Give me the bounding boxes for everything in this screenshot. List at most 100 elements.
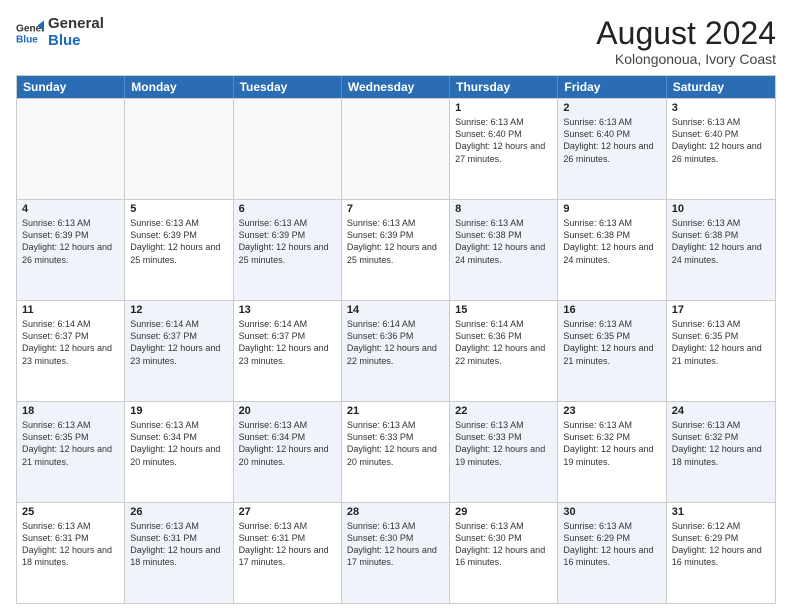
logo-general: General: [48, 16, 104, 33]
cell-daylight-info: Sunrise: 6:14 AM Sunset: 6:37 PM Dayligh…: [130, 318, 227, 367]
day-number: 31: [672, 506, 770, 518]
cell-daylight-info: Sunrise: 6:13 AM Sunset: 6:35 PM Dayligh…: [672, 318, 770, 367]
month-year: August 2024: [596, 16, 776, 51]
cell-daylight-info: Sunrise: 6:13 AM Sunset: 6:40 PM Dayligh…: [455, 116, 552, 165]
calendar-cell-18: 18 Sunrise: 6:13 AM Sunset: 6:35 PM Dayli…: [17, 402, 125, 502]
calendar-cell-26: 26 Sunrise: 6:13 AM Sunset: 6:31 PM Dayli…: [125, 503, 233, 603]
logo: General Blue General Blue: [16, 16, 104, 49]
cell-daylight-info: Sunrise: 6:13 AM Sunset: 6:30 PM Dayligh…: [347, 520, 444, 569]
calendar-cell-3: 3Sunrise: 6:13 AM Sunset: 6:40 PM Daylig…: [667, 99, 775, 199]
calendar-cell-24: 24 Sunrise: 6:13 AM Sunset: 6:32 PM Dayli…: [667, 402, 775, 502]
header-day-monday: Monday: [125, 76, 233, 98]
cell-daylight-info: Sunrise: 6:13 AM Sunset: 6:35 PM Dayligh…: [22, 419, 119, 468]
cell-daylight-info: Sunrise: 6:13 AM Sunset: 6:39 PM Dayligh…: [130, 217, 227, 266]
calendar-cell-30: 30Sunrise: 6:13 AM Sunset: 6:29 PM Dayli…: [558, 503, 666, 603]
cell-daylight-info: Sunrise: 6:13 AM Sunset: 6:40 PM Dayligh…: [672, 116, 770, 165]
calendar-cell-31: 31Sunrise: 6:12 AM Sunset: 6:29 PM Dayli…: [667, 503, 775, 603]
cell-daylight-info: Sunrise: 6:13 AM Sunset: 6:34 PM Dayligh…: [239, 419, 336, 468]
calendar: SundayMondayTuesdayWednesdayThursdayFrid…: [16, 75, 776, 604]
calendar-cell-25: 25Sunrise: 6:13 AM Sunset: 6:31 PM Dayli…: [17, 503, 125, 603]
day-number: 18: [22, 405, 119, 417]
calendar-cell-empty: [342, 99, 450, 199]
calendar-row-3: 11 Sunrise: 6:14 AM Sunset: 6:37 PM Dayli…: [17, 300, 775, 401]
title-block: August 2024 Kolongonoua, Ivory Coast: [596, 16, 776, 67]
header-day-sunday: Sunday: [17, 76, 125, 98]
calendar-row-2: 4 Sunrise: 6:13 AM Sunset: 6:39 PM Daylig…: [17, 199, 775, 300]
calendar-cell-22: 22 Sunrise: 6:13 AM Sunset: 6:33 PM Dayli…: [450, 402, 558, 502]
day-number: 12: [130, 304, 227, 316]
calendar-cell-9: 9Sunrise: 6:13 AM Sunset: 6:38 PM Daylig…: [558, 200, 666, 300]
day-number: 26: [130, 506, 227, 518]
day-number: 14: [347, 304, 444, 316]
day-number: 10: [672, 203, 770, 215]
calendar-cell-17: 17 Sunrise: 6:13 AM Sunset: 6:35 PM Dayli…: [667, 301, 775, 401]
svg-text:Blue: Blue: [16, 34, 38, 45]
day-number: 1: [455, 102, 552, 114]
calendar-cell-11: 11 Sunrise: 6:14 AM Sunset: 6:37 PM Dayli…: [17, 301, 125, 401]
logo-blue: Blue: [48, 33, 104, 50]
day-number: 21: [347, 405, 444, 417]
calendar-cell-23: 23Sunrise: 6:13 AM Sunset: 6:32 PM Dayli…: [558, 402, 666, 502]
day-number: 28: [347, 506, 444, 518]
calendar-cell-2: 2 Sunrise: 6:13 AM Sunset: 6:40 PM Daylig…: [558, 99, 666, 199]
day-number: 5: [130, 203, 227, 215]
day-number: 7: [347, 203, 444, 215]
cell-daylight-info: Sunrise: 6:13 AM Sunset: 6:38 PM Dayligh…: [455, 217, 552, 266]
day-number: 17: [672, 304, 770, 316]
header: General Blue General Blue August 2024 Ko…: [16, 16, 776, 67]
cell-daylight-info: Sunrise: 6:13 AM Sunset: 6:39 PM Dayligh…: [239, 217, 336, 266]
day-number: 4: [22, 203, 119, 215]
header-day-saturday: Saturday: [667, 76, 775, 98]
calendar-cell-empty: [234, 99, 342, 199]
calendar-cell-19: 19 Sunrise: 6:13 AM Sunset: 6:34 PM Dayli…: [125, 402, 233, 502]
cell-daylight-info: Sunrise: 6:13 AM Sunset: 6:30 PM Dayligh…: [455, 520, 552, 569]
calendar-cell-10: 10 Sunrise: 6:13 AM Sunset: 6:38 PM Dayli…: [667, 200, 775, 300]
cell-daylight-info: Sunrise: 6:13 AM Sunset: 6:33 PM Dayligh…: [455, 419, 552, 468]
cell-daylight-info: Sunrise: 6:13 AM Sunset: 6:35 PM Dayligh…: [563, 318, 660, 367]
cell-daylight-info: Sunrise: 6:13 AM Sunset: 6:39 PM Dayligh…: [347, 217, 444, 266]
day-number: 9: [563, 203, 660, 215]
cell-daylight-info: Sunrise: 6:14 AM Sunset: 6:36 PM Dayligh…: [455, 318, 552, 367]
calendar-cell-4: 4 Sunrise: 6:13 AM Sunset: 6:39 PM Daylig…: [17, 200, 125, 300]
calendar-cell-14: 14 Sunrise: 6:14 AM Sunset: 6:36 PM Dayli…: [342, 301, 450, 401]
day-number: 24: [672, 405, 770, 417]
calendar-row-4: 18 Sunrise: 6:13 AM Sunset: 6:35 PM Dayli…: [17, 401, 775, 502]
day-number: 22: [455, 405, 552, 417]
cell-daylight-info: Sunrise: 6:14 AM Sunset: 6:37 PM Dayligh…: [22, 318, 119, 367]
cell-daylight-info: Sunrise: 6:13 AM Sunset: 6:32 PM Dayligh…: [672, 419, 770, 468]
cell-daylight-info: Sunrise: 6:13 AM Sunset: 6:39 PM Dayligh…: [22, 217, 119, 266]
cell-daylight-info: Sunrise: 6:14 AM Sunset: 6:37 PM Dayligh…: [239, 318, 336, 367]
calendar-cell-28: 28 Sunrise: 6:13 AM Sunset: 6:30 PM Dayli…: [342, 503, 450, 603]
calendar-cell-1: 1 Sunrise: 6:13 AM Sunset: 6:40 PM Daylig…: [450, 99, 558, 199]
cell-daylight-info: Sunrise: 6:13 AM Sunset: 6:40 PM Dayligh…: [563, 116, 660, 165]
calendar-cell-21: 21 Sunrise: 6:13 AM Sunset: 6:33 PM Dayli…: [342, 402, 450, 502]
day-number: 6: [239, 203, 336, 215]
calendar-cell-8: 8Sunrise: 6:13 AM Sunset: 6:38 PM Daylig…: [450, 200, 558, 300]
calendar-cell-27: 27 Sunrise: 6:13 AM Sunset: 6:31 PM Dayli…: [234, 503, 342, 603]
calendar-cell-7: 7 Sunrise: 6:13 AM Sunset: 6:39 PM Daylig…: [342, 200, 450, 300]
day-number: 20: [239, 405, 336, 417]
calendar-cell-15: 15 Sunrise: 6:14 AM Sunset: 6:36 PM Dayli…: [450, 301, 558, 401]
day-number: 29: [455, 506, 552, 518]
calendar-row-5: 25 Sunrise: 6:13 AM Sunset: 6:31 PM Dayli…: [17, 502, 775, 603]
calendar-cell-6: 6 Sunrise: 6:13 AM Sunset: 6:39 PM Daylig…: [234, 200, 342, 300]
header-day-thursday: Thursday: [450, 76, 558, 98]
cell-daylight-info: Sunrise: 6:13 AM Sunset: 6:33 PM Dayligh…: [347, 419, 444, 468]
calendar-cell-16: 16 Sunrise: 6:13 AM Sunset: 6:35 PM Dayli…: [558, 301, 666, 401]
cell-daylight-info: Sunrise: 6:13 AM Sunset: 6:29 PM Dayligh…: [563, 520, 660, 569]
cell-daylight-info: Sunrise: 6:13 AM Sunset: 6:38 PM Dayligh…: [672, 217, 770, 266]
cell-daylight-info: Sunrise: 6:13 AM Sunset: 6:31 PM Dayligh…: [130, 520, 227, 569]
day-number: 27: [239, 506, 336, 518]
day-number: 2: [563, 102, 660, 114]
header-day-wednesday: Wednesday: [342, 76, 450, 98]
cell-daylight-info: Sunrise: 6:13 AM Sunset: 6:34 PM Dayligh…: [130, 419, 227, 468]
cell-daylight-info: Sunrise: 6:14 AM Sunset: 6:36 PM Dayligh…: [347, 318, 444, 367]
cell-daylight-info: Sunrise: 6:13 AM Sunset: 6:31 PM Dayligh…: [239, 520, 336, 569]
calendar-cell-29: 29 Sunrise: 6:13 AM Sunset: 6:30 PM Dayli…: [450, 503, 558, 603]
day-number: 11: [22, 304, 119, 316]
day-number: 15: [455, 304, 552, 316]
day-number: 25: [22, 506, 119, 518]
day-number: 16: [563, 304, 660, 316]
logo-icon: General Blue: [16, 19, 44, 47]
day-number: 19: [130, 405, 227, 417]
